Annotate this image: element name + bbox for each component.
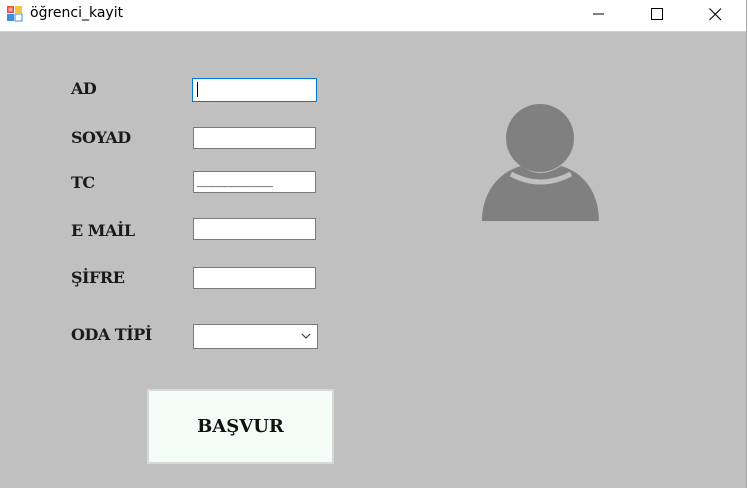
winforms-app-icon[interactable] bbox=[6, 5, 23, 22]
maximize-button[interactable] bbox=[634, 0, 680, 28]
oda-tipi-label: ODA TİPİ bbox=[71, 325, 152, 344]
maximize-icon bbox=[650, 7, 663, 20]
close-button[interactable] bbox=[692, 0, 738, 28]
soyad-label: SOYAD bbox=[71, 128, 131, 147]
room-type-select[interactable] bbox=[193, 324, 318, 349]
password-input[interactable] bbox=[193, 267, 316, 289]
minimize-icon bbox=[593, 13, 604, 15]
title-bar: öğrenci_kayit bbox=[0, 0, 746, 32]
ad-input[interactable] bbox=[192, 78, 317, 102]
chevron-down-icon bbox=[301, 333, 311, 339]
basvur-button[interactable]: BAŞVUR bbox=[147, 389, 334, 464]
tc-masked-input[interactable]: ___________ bbox=[193, 171, 316, 193]
app-window: öğrenci_kayit AD SOYAD TC ___________ E … bbox=[0, 0, 747, 488]
user-avatar-icon bbox=[482, 104, 599, 221]
form-client-area: AD SOYAD TC ___________ E MAİL ŞİFRE ODA… bbox=[0, 32, 746, 488]
soyad-input[interactable] bbox=[193, 127, 316, 149]
email-input[interactable] bbox=[193, 218, 316, 240]
tc-mask: ___________ bbox=[197, 173, 273, 188]
text-caret bbox=[197, 82, 198, 97]
ad-label: AD bbox=[71, 79, 97, 98]
email-label: E MAİL bbox=[71, 221, 135, 240]
window-title: öğrenci_kayit bbox=[30, 5, 124, 21]
sifre-label: ŞİFRE bbox=[71, 268, 125, 287]
tc-label: TC bbox=[71, 173, 95, 192]
close-icon bbox=[708, 7, 721, 20]
minimize-button[interactable] bbox=[576, 0, 622, 28]
